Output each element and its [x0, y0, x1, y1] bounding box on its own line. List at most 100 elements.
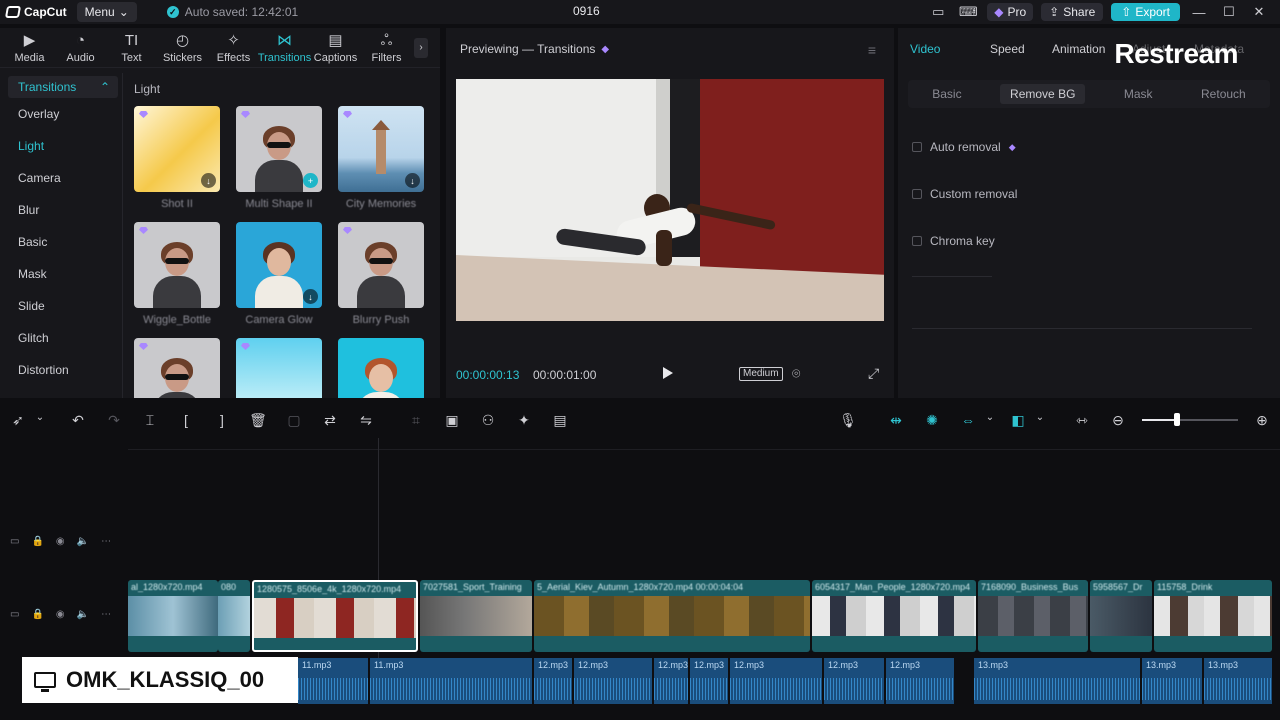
snapshot-icon[interactable]: ⌾	[792, 365, 800, 382]
fullscreen-icon[interactable]: ⤢	[868, 365, 879, 382]
shortcuts-icon[interactable]: ⌨	[957, 4, 979, 20]
eye-icon[interactable]: ◉	[56, 536, 65, 547]
crop-icon[interactable]: ⌗	[406, 412, 426, 429]
subtab-retouch[interactable]: Retouch	[1191, 84, 1256, 104]
video-clip[interactable]: 5_Aerial_Kiev_Autumn_1280x720.mp4 00:00:…	[534, 580, 810, 652]
undo-icon[interactable]: ↶	[68, 412, 88, 429]
tab-effects[interactable]: ✧ Effects	[208, 32, 259, 64]
link-icon[interactable]: ⇹	[886, 412, 906, 429]
audio-clip[interactable]: 13.mp3	[1142, 658, 1202, 704]
category-header[interactable]: Transitions ⌃	[8, 76, 118, 98]
category-item[interactable]: Overlay	[8, 98, 118, 130]
transition-thumb[interactable]: ↓	[134, 106, 220, 192]
track-thumb-icon[interactable]: ▭	[10, 536, 19, 547]
preview-axis-icon[interactable]: ⇔	[958, 412, 978, 428]
transition-thumb[interactable]: +	[236, 106, 322, 192]
speaker-icon[interactable]: 🔈	[77, 609, 89, 620]
delete-icon[interactable]: 🗑	[248, 412, 268, 429]
subtab-remove-bg[interactable]: Remove BG	[1000, 84, 1086, 104]
chevron-down-icon[interactable]: ⌄	[30, 412, 50, 423]
custom-removal-option[interactable]: Custom removal	[912, 187, 1017, 201]
video-clip[interactable]: al_1280x720.mp4	[128, 580, 218, 652]
snap-icon[interactable]: ✺	[922, 412, 942, 429]
video-clip[interactable]: 5958567_Dr	[1090, 580, 1152, 652]
chevron-down-icon[interactable]: ⌄	[1030, 412, 1050, 423]
project-name[interactable]: 0916	[573, 4, 600, 18]
category-item[interactable]: Blur	[8, 194, 118, 226]
pro-button[interactable]: ◆ Pro	[987, 3, 1034, 21]
chroma-key-option[interactable]: Chroma key	[912, 234, 995, 248]
checkbox[interactable]	[912, 236, 922, 246]
download-icon[interactable]: ↓	[201, 173, 216, 188]
close-icon[interactable]: ✕	[1248, 4, 1270, 20]
video-clip[interactable]: 6054317_Man_People_1280x720.mp4	[812, 580, 976, 652]
reverse-icon[interactable]: ⇄	[320, 412, 340, 429]
remove-bg-icon[interactable]: ⚇	[478, 412, 498, 429]
transition-thumb[interactable]	[134, 338, 220, 398]
download-icon[interactable]: ↓	[303, 289, 318, 304]
video-clip[interactable]: 7168090_Business_Bus	[978, 580, 1088, 652]
minimize-icon[interactable]: —	[1188, 5, 1210, 20]
checkbox[interactable]	[912, 142, 922, 152]
redo-icon[interactable]: ↷	[104, 412, 124, 429]
lock-icon[interactable]: 🔒	[31, 609, 43, 620]
menu-icon[interactable]: ≡	[868, 42, 876, 58]
magic-icon[interactable]: ✦	[514, 412, 534, 429]
subtab-mask[interactable]: Mask	[1114, 84, 1163, 104]
transition-thumb[interactable]: ↓	[236, 222, 322, 308]
audio-clip[interactable]: 12.mp3	[574, 658, 652, 704]
select-tool-icon[interactable]: ➶	[8, 412, 28, 429]
tab-video[interactable]: Video	[910, 42, 990, 56]
transition-thumb[interactable]	[236, 338, 322, 398]
zoom-in-icon[interactable]: ⊕	[1252, 412, 1272, 429]
zoom-slider-handle[interactable]	[1174, 413, 1180, 426]
tab-transitions[interactable]: ⋈ Transitions	[258, 32, 311, 64]
audio-clip[interactable]: 11.mp3	[298, 658, 368, 704]
split-left-icon[interactable]: [	[176, 412, 196, 428]
audio-clip[interactable]: 12.mp3	[654, 658, 688, 704]
subtab-basic[interactable]: Basic	[922, 84, 971, 104]
track-split-icon[interactable]: ◧	[1008, 412, 1028, 429]
category-item[interactable]: Mask	[8, 258, 118, 290]
zoom-out-icon[interactable]: ⊖	[1108, 412, 1128, 429]
category-item[interactable]: Light	[8, 130, 118, 162]
tab-captions[interactable]: ▤ Captions	[310, 32, 361, 64]
download-icon[interactable]: ↓	[405, 173, 420, 188]
fit-timeline-icon[interactable]: ⇿	[1072, 412, 1092, 429]
audio-clip[interactable]: 12.mp3	[886, 658, 954, 704]
lock-icon[interactable]: 🔒	[31, 536, 43, 547]
chevron-right-icon[interactable]: ›	[414, 37, 428, 58]
speaker-icon[interactable]: 🔈	[77, 536, 89, 547]
maximize-icon[interactable]: ☐	[1218, 4, 1240, 20]
audio-clip[interactable]: 12.mp3	[534, 658, 572, 704]
time-ruler[interactable]	[128, 438, 1280, 450]
menu-button[interactable]: Menu ⌄	[76, 2, 137, 22]
chevron-down-icon[interactable]: ⌄	[980, 412, 1000, 423]
captions-toolbar-icon[interactable]: ▤	[550, 412, 570, 429]
track-thumb-icon[interactable]: ▭	[10, 609, 19, 620]
transition-thumb[interactable]	[134, 222, 220, 308]
tab-stickers[interactable]: ◴ Stickers	[157, 32, 208, 64]
play-icon[interactable]	[663, 367, 673, 379]
auto-reframe-icon[interactable]: ▣	[442, 412, 462, 429]
split-icon[interactable]: ⌶	[140, 412, 160, 429]
audio-clip[interactable]: 12.mp3	[690, 658, 728, 704]
mirror-icon[interactable]: ⇋	[356, 412, 376, 429]
category-item[interactable]: Slide	[8, 290, 118, 322]
more-icon[interactable]: ⋯	[101, 536, 111, 547]
tab-text[interactable]: TI Text	[106, 32, 157, 64]
preview-video[interactable]	[456, 79, 884, 321]
tab-audio[interactable]: ◔ Audio	[55, 32, 106, 64]
transition-thumb[interactable]	[338, 338, 424, 398]
share-button[interactable]: ⇪ Share	[1041, 3, 1104, 21]
audio-clip[interactable]: 11.mp3	[370, 658, 532, 704]
microphone-icon[interactable]: 🎙	[838, 412, 858, 429]
tab-filters[interactable]: ஃ Filters	[361, 32, 412, 64]
audio-clip[interactable]: 13.mp3	[1204, 658, 1272, 704]
split-right-icon[interactable]: ]	[212, 412, 232, 428]
layout-icon[interactable]: ▭	[927, 4, 949, 20]
category-item[interactable]: Basic	[8, 226, 118, 258]
auto-removal-option[interactable]: Auto removal ◆	[912, 140, 1016, 154]
video-clip-selected[interactable]: 1280575_8506e_4k_1280x720.mp4	[252, 580, 418, 652]
category-item[interactable]: Glitch	[8, 322, 118, 354]
